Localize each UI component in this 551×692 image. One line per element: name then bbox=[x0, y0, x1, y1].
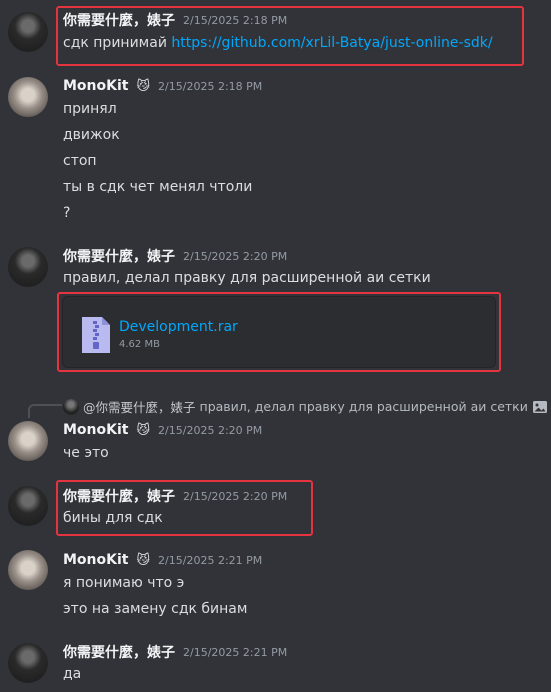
message-text: движок bbox=[63, 127, 120, 143]
timestamp: 2/15/2025 2:20 PM bbox=[158, 423, 263, 437]
avatar[interactable] bbox=[8, 12, 48, 52]
timestamp: 2/15/2025 2:21 PM bbox=[183, 645, 288, 659]
username[interactable]: MonoKit bbox=[63, 422, 128, 438]
message-text: да bbox=[63, 666, 82, 682]
message-header: MonoKit 😼 2/15/2025 2:21 PM bbox=[63, 552, 262, 568]
message-text: правил, делал правку для расширенной аи … bbox=[63, 270, 431, 286]
username[interactable]: 你需要什麼，婊子 bbox=[63, 246, 175, 266]
avatar[interactable] bbox=[8, 550, 48, 590]
highlight-box bbox=[57, 292, 501, 372]
message-text: это на замену сдк бинам bbox=[63, 601, 248, 617]
timestamp: 2/15/2025 2:21 PM bbox=[158, 553, 263, 567]
timestamp: 2/15/2025 2:20 PM bbox=[183, 249, 288, 263]
highlight-box bbox=[56, 480, 313, 536]
message-text: стоп bbox=[63, 153, 97, 169]
avatar[interactable] bbox=[8, 421, 48, 461]
avatar[interactable] bbox=[8, 247, 48, 287]
avatar[interactable] bbox=[8, 643, 48, 683]
avatar[interactable] bbox=[8, 77, 48, 117]
username[interactable]: 你需要什麼，婊子 bbox=[63, 642, 175, 662]
message-text: ты в сдк чет менял чтоли bbox=[63, 179, 253, 195]
reply-text: правил, делал правку для расширенной аи … bbox=[199, 399, 528, 414]
cat-emoji-badge: 😼 bbox=[136, 552, 151, 568]
message-header: 你需要什麼，婊子 2/15/2025 2:21 PM bbox=[63, 642, 287, 662]
reply-preview[interactable]: @你需要什麼，婊子 правил, делал правку для расши… bbox=[63, 397, 548, 416]
cat-emoji-badge: 😼 bbox=[136, 422, 151, 438]
message-text: я понимаю что э bbox=[63, 575, 185, 591]
highlight-box bbox=[56, 6, 524, 66]
username[interactable]: MonoKit bbox=[63, 78, 128, 94]
username[interactable]: MonoKit bbox=[63, 552, 128, 568]
timestamp: 2/15/2025 2:18 PM bbox=[158, 79, 263, 93]
image-icon bbox=[532, 400, 547, 413]
message-header: 你需要什麼，婊子 2/15/2025 2:20 PM bbox=[63, 246, 287, 266]
cat-emoji-badge: 😼 bbox=[136, 78, 151, 94]
message-header: MonoKit 😼 2/15/2025 2:18 PM bbox=[63, 78, 262, 94]
reply-avatar bbox=[63, 398, 79, 415]
avatar[interactable] bbox=[8, 486, 48, 526]
message-text: принял bbox=[63, 101, 117, 117]
message-header: MonoKit 😼 2/15/2025 2:20 PM bbox=[63, 422, 262, 438]
message-text: ? bbox=[63, 205, 71, 221]
reply-author: @你需要什麼，婊子 bbox=[83, 400, 196, 415]
reply-connector bbox=[28, 404, 62, 418]
message-text: че это bbox=[63, 445, 109, 461]
